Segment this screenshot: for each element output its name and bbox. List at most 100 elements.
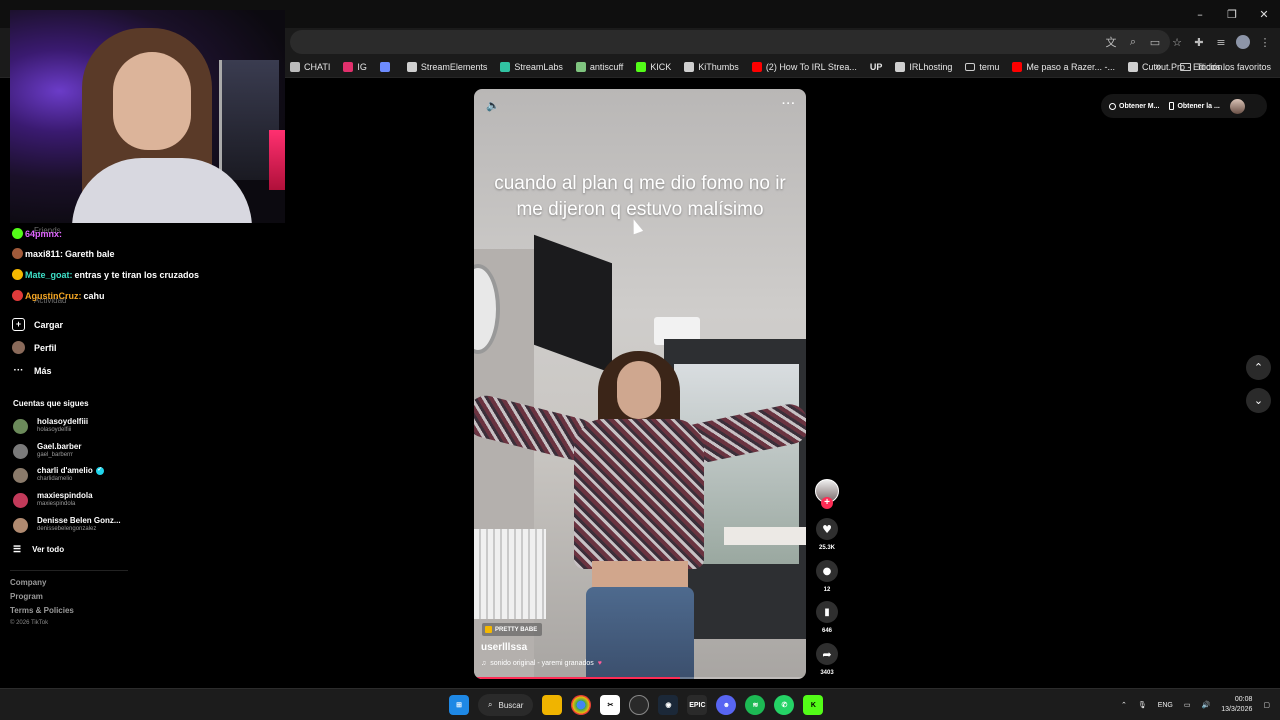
previous-video-button[interactable]: ⌃ <box>1246 355 1271 380</box>
language-indicator[interactable]: ENG <box>1158 702 1173 709</box>
bookmark-item[interactable]: KiThumbs <box>684 62 739 72</box>
media-control-icon[interactable]: ≡ <box>1214 35 1228 49</box>
notifications-icon[interactable]: ▢ <box>1263 701 1270 709</box>
get-app-button-2[interactable]: Obtener la ... <box>1169 102 1220 110</box>
zoom-icon[interactable]: ⌕ <box>1126 35 1140 49</box>
following-account-name-row: maxiespindola <box>37 491 93 500</box>
bookmark-item[interactable]: Me paso a Razer... -... <box>1012 62 1115 72</box>
chrome-icon[interactable] <box>571 695 592 715</box>
video-username[interactable]: userlllssa <box>481 642 527 653</box>
sidebar-divider <box>10 570 128 571</box>
video-sound-label: sonido original - yaremi granados <box>490 660 594 667</box>
footer-company[interactable]: Company <box>10 578 46 587</box>
verified-icon: ✓ <box>95 466 104 475</box>
nav-profile[interactable]: Perfil <box>12 341 57 354</box>
profile-avatar[interactable] <box>1236 35 1250 49</box>
following-account-name: Denisse Belen Gonz... <box>37 516 121 525</box>
kick-icon[interactable]: K <box>803 695 824 715</box>
bookmark-item[interactable] <box>379 62 394 72</box>
following-account[interactable]: maxiespindola maxiespindola <box>13 491 93 509</box>
restore-button[interactable]: ❐ <box>1216 0 1248 28</box>
bookmark-item[interactable]: (2) How To IRL Strea... <box>751 62 857 72</box>
taskbar-clock[interactable]: 00:08 13/3/2026 <box>1221 695 1252 715</box>
bookmark-label: temu <box>979 62 1000 72</box>
share-button[interactable]: ➦ <box>816 643 838 665</box>
following-account[interactable]: Gael.barber gael_barberrr <box>13 442 81 460</box>
speaker-icon[interactable]: 🔈 <box>486 99 500 112</box>
extensions-icon[interactable]: ✚ <box>1192 35 1206 49</box>
footer-terms[interactable]: Terms & Policies <box>10 606 74 615</box>
bookmark-label: KiThumbs <box>698 62 739 72</box>
video-progress-bar[interactable] <box>474 677 806 679</box>
bookmark-item[interactable]: CHATI <box>290 62 330 72</box>
translate-icon[interactable]: 文 <box>1104 35 1118 49</box>
chat-username: AgustinCruz: <box>25 290 82 301</box>
list-icon: ☰ <box>13 544 22 554</box>
file-explorer-icon[interactable] <box>542 695 563 715</box>
windows-start-icon[interactable]: ⊞ <box>449 695 469 715</box>
taskbar-search[interactable]: ⌕ Buscar <box>478 694 534 716</box>
close-window-button[interactable]: ✕ <box>1248 0 1280 28</box>
following-account-name: maxiespindola <box>37 491 93 500</box>
bookmark-item[interactable]: antiscuff <box>575 62 624 72</box>
microphone-icon[interactable]: 🎙 <box>1138 701 1147 709</box>
bookmark-label: (2) How To IRL Strea... <box>765 62 857 72</box>
following-account[interactable]: holasoydelfiii holasoydelfiii <box>13 417 88 435</box>
save-button[interactable]: ▮ <box>816 601 838 623</box>
bookmark-item[interactable]: IRLhosting <box>895 62 952 72</box>
avatar <box>13 418 28 434</box>
capcut-icon[interactable]: ✂ <box>600 695 621 715</box>
following-account[interactable]: Denisse Belen Gonz... denissebelengonzale… <box>13 516 121 534</box>
volume-icon[interactable]: 🔊 <box>1202 701 1211 709</box>
video-sound[interactable]: ♫ sonido original - yaremi granados ♥ <box>481 660 602 667</box>
display-icon[interactable]: ▭ <box>1184 701 1191 709</box>
following-account-handle: holasoydelfiii <box>37 427 72 433</box>
bookmarks-overflow-icon[interactable]: » <box>1155 61 1161 73</box>
cast-icon[interactable]: ▭ <box>1148 35 1162 49</box>
bookmark-item[interactable]: temu <box>965 62 999 72</box>
menu-kebab-icon[interactable]: ⋮ <box>1258 35 1272 49</box>
all-bookmarks[interactable]: » Todos los favoritos <box>1155 56 1271 78</box>
chat-badge-icon <box>12 228 23 239</box>
bookmark-label: antiscuff <box>589 62 624 72</box>
address-bar[interactable] <box>290 30 1170 54</box>
following-account-text: Denisse Belen Gonz... denissebelengonzale… <box>37 516 121 534</box>
bookmark-favicon-icon <box>1127 62 1138 72</box>
tray-chevron-icon[interactable]: ⌃ <box>1121 701 1127 709</box>
comment-button[interactable]: ● <box>816 560 838 582</box>
following-account[interactable]: charli d'amelio ✓ charlidamelio <box>13 466 104 484</box>
bookmark-item[interactable]: IG <box>343 62 367 72</box>
like-button[interactable]: ♥ <box>816 518 838 540</box>
get-app-button-1[interactable]: Obtener M... <box>1109 102 1159 110</box>
follow-plus-icon[interactable]: + <box>821 497 833 509</box>
bookmark-item[interactable]: KICK <box>636 62 671 72</box>
nav-more-label: Más <box>34 365 52 376</box>
video-more-button[interactable]: ··· <box>782 98 796 110</box>
video-tag[interactable]: PRETTY BABE <box>482 623 543 636</box>
epic-games-icon[interactable]: EPIC <box>687 695 708 715</box>
minimize-button[interactable]: – <box>1184 0 1216 28</box>
spotify-icon[interactable]: ≋ <box>745 695 766 715</box>
taskbar-date: 13/3/2026 <box>1221 706 1253 713</box>
following-account-name-row: Denisse Belen Gonz... <box>37 516 121 525</box>
nav-upload[interactable]: + Cargar <box>12 318 63 331</box>
bookmark-item[interactable]: StreamLabs <box>500 62 563 72</box>
toolbar-icons: 文 ⌕ ▭ ☆ ✚ ≡ ⋮ <box>1104 28 1280 56</box>
obs-icon[interactable] <box>629 695 650 715</box>
footer-program[interactable]: Program <box>10 592 43 601</box>
chat-username: maxi811: <box>25 248 64 259</box>
discord-icon[interactable]: ☻ <box>716 695 737 715</box>
see-all-link[interactable]: ☰ Ver todo <box>13 544 64 555</box>
video-player[interactable]: cuando al plan q me dio fomo no ir me di… <box>474 89 806 679</box>
whatsapp-icon[interactable]: ✆ <box>774 695 795 715</box>
star-icon[interactable]: ☆ <box>1170 35 1184 49</box>
nav-more[interactable]: ··· Más <box>12 364 52 377</box>
like-count: 25.3K <box>818 545 835 551</box>
bookmark-favicon-icon <box>965 63 976 71</box>
steam-icon[interactable]: ◉ <box>658 695 679 715</box>
bookmark-item[interactable]: StreamElements <box>406 62 487 72</box>
next-video-button[interactable]: ⌄ <box>1246 388 1271 413</box>
user-avatar[interactable] <box>1229 98 1245 114</box>
following-account-handle: maxiespindola <box>37 501 76 507</box>
bookmark-item[interactable]: UP <box>870 62 883 72</box>
